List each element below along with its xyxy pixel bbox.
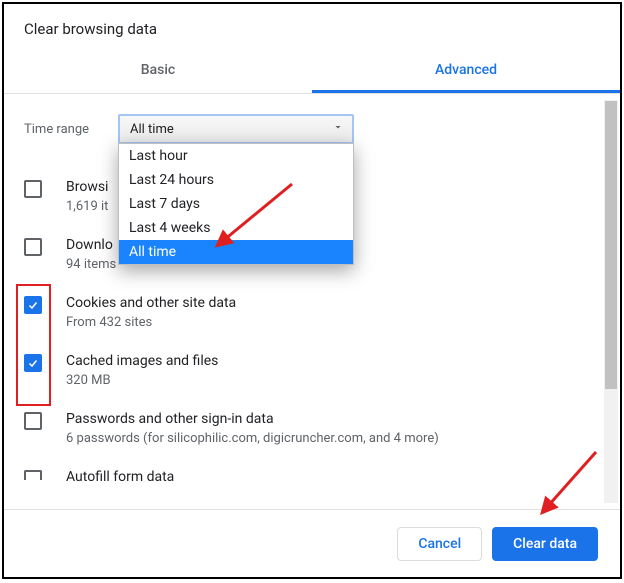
clear-browsing-data-dialog: Clear browsing data Basic Advanced Time … — [2, 2, 622, 579]
item-label: Cookies and other site data — [66, 294, 236, 312]
checkbox-cookies[interactable] — [24, 296, 42, 314]
scrollbar[interactable] — [604, 100, 618, 503]
checkbox-cached[interactable] — [24, 354, 42, 372]
checkbox-download-history[interactable] — [24, 238, 42, 256]
item-passwords: Passwords and other sign-in data 6 passw… — [24, 400, 600, 458]
option-last-4-weeks[interactable]: Last 4 weeks — [119, 216, 353, 240]
tab-advanced[interactable]: Advanced — [312, 52, 620, 93]
time-range-label: Time range — [24, 122, 94, 137]
option-last-7-days[interactable]: Last 7 days — [119, 192, 353, 216]
item-sublabel: 1,619 it — [66, 198, 108, 216]
item-label: Autofill form data — [66, 468, 174, 486]
item-sublabel: 6 passwords (for silicophilic.com, digic… — [66, 430, 439, 448]
dialog-footer: Cancel Clear data — [4, 509, 620, 577]
checkbox-browsing-history[interactable] — [24, 180, 42, 198]
item-sublabel: From 432 sites — [66, 314, 236, 332]
cancel-button[interactable]: Cancel — [397, 527, 482, 561]
tabs: Basic Advanced — [4, 52, 620, 94]
tab-basic[interactable]: Basic — [4, 52, 312, 93]
option-all-time[interactable]: All time — [119, 240, 353, 264]
chevron-down-icon — [332, 121, 344, 137]
clear-data-button[interactable]: Clear data — [492, 527, 598, 561]
item-autofill: Autofill form data — [24, 458, 600, 486]
item-label: Browsi — [66, 178, 108, 196]
item-cookies: Cookies and other site data From 432 sit… — [24, 284, 600, 342]
checkbox-autofill[interactable] — [24, 470, 42, 480]
option-last-24-hours[interactable]: Last 24 hours — [119, 168, 353, 192]
option-last-hour[interactable]: Last hour — [119, 144, 353, 168]
dialog-title: Clear browsing data — [4, 4, 620, 52]
scrollbar-thumb[interactable] — [604, 100, 618, 390]
item-label: Cached images and files — [66, 352, 218, 370]
time-range-select[interactable]: All time — [118, 114, 354, 144]
time-range-dropdown: Last hour Last 24 hours Last 7 days Last… — [118, 143, 354, 265]
item-sublabel: 320 MB — [66, 372, 218, 390]
content-area: Time range All time Last hour Last 24 ho… — [4, 94, 620, 509]
item-label: Downlo — [66, 236, 116, 254]
checkbox-passwords[interactable] — [24, 412, 42, 430]
item-label: Passwords and other sign-in data — [66, 410, 439, 428]
time-range-selected-value: All time — [130, 122, 174, 137]
item-cached: Cached images and files 320 MB — [24, 342, 600, 400]
item-sublabel: 94 items — [66, 256, 116, 274]
time-range-row: Time range All time Last hour Last 24 ho… — [24, 94, 600, 168]
